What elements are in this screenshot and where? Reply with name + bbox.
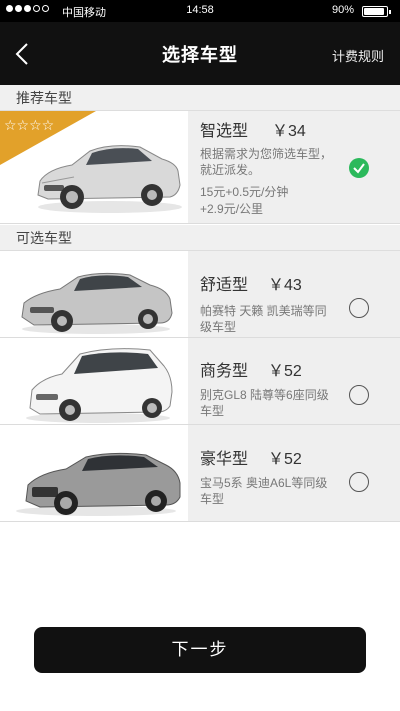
car-price: ￥52 — [268, 363, 302, 380]
selected-radio[interactable] — [349, 158, 369, 178]
status-bar: 中国移动 14:58 90% — [0, 0, 400, 22]
car-image — [0, 425, 188, 521]
car-price: ￥34 — [272, 123, 306, 140]
radio-button[interactable] — [349, 298, 369, 318]
battery-icon — [362, 6, 391, 17]
car-name: 商务型 — [200, 363, 249, 380]
car-info: 智选型 ￥34 根据需求为您筛选车型，就近派发。 15元+0.5元/分钟 +2.… — [188, 111, 400, 223]
car-row-business[interactable]: 商务型 ￥52 别克GL8 陆尊等6座同级车型 — [0, 338, 400, 425]
car-description: 宝马5系 奥迪A6L等同级车型 — [200, 476, 328, 506]
car-price: ￥52 — [268, 451, 302, 468]
section-header-optional: 可选车型 — [0, 225, 400, 251]
fee-line-2: +2.9元/公里 — [200, 202, 264, 216]
car-image — [0, 338, 188, 424]
radio-button[interactable] — [349, 472, 369, 492]
radio-button[interactable] — [349, 385, 369, 405]
car-info: 商务型 ￥52 别克GL8 陆尊等6座同级车型 — [188, 338, 400, 424]
car-image — [0, 251, 188, 337]
car-description: 根据需求为您筛选车型，就近派发。 — [200, 147, 333, 177]
car-row-smart[interactable]: ☆☆☆☆ 智选型 ￥34 根据需求为您筛选车型，就近派发。 15元+0.5元/分… — [0, 111, 400, 224]
car-info: 豪华型 ￥52 宝马5系 奥迪A6L等同级车型 — [188, 425, 400, 521]
ribbon-stars: ☆☆☆☆ — [4, 118, 54, 134]
fee-line-1: 15元+0.5元/分钟 — [200, 185, 289, 199]
next-step-button[interactable]: 下一步 — [34, 627, 366, 673]
pricing-rules-link[interactable]: 计费规则 — [332, 46, 384, 65]
battery-percent: 90% — [331, 4, 354, 16]
car-row-comfort[interactable]: 舒适型 ￥43 帕赛特 天籁 凯美瑞等同级车型 — [0, 251, 400, 338]
car-name: 豪华型 — [200, 451, 249, 468]
car-price: ￥43 — [268, 277, 302, 294]
car-info: 舒适型 ￥43 帕赛特 天籁 凯美瑞等同级车型 — [188, 251, 400, 337]
section-header-recommended: 推荐车型 — [0, 85, 400, 111]
car-description: 别克GL8 陆尊等6座同级车型 — [200, 388, 329, 418]
checkmark-icon — [353, 163, 365, 174]
car-name: 舒适型 — [200, 277, 249, 294]
car-image: ☆☆☆☆ — [0, 111, 188, 223]
car-name: 智选型 — [200, 123, 249, 140]
car-description: 帕赛特 天籁 凯美瑞等同级车型 — [200, 304, 327, 334]
car-row-luxury[interactable]: 豪华型 ￥52 宝马5系 奥迪A6L等同级车型 — [0, 425, 400, 522]
nav-bar: 选择车型 计费规则 — [0, 22, 400, 85]
